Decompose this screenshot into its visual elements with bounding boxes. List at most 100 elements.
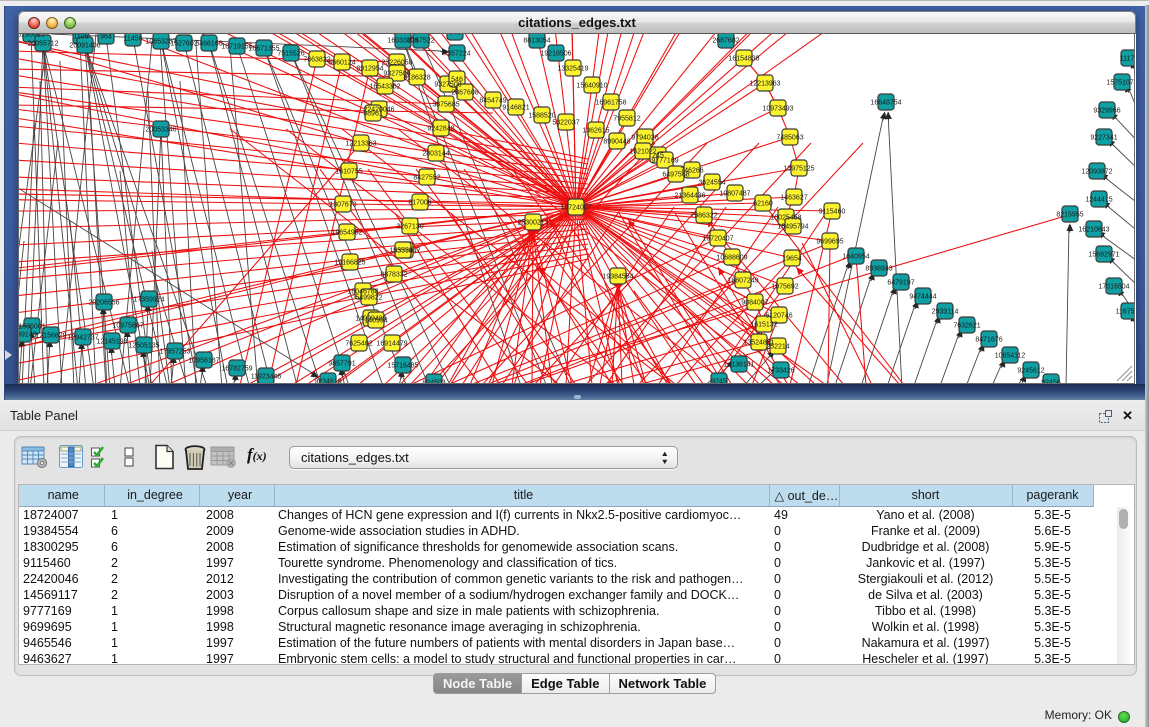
- svg-text:1307673: 1307673: [329, 202, 356, 209]
- svg-text:140994: 140994: [364, 318, 387, 325]
- svg-text:9857791: 9857791: [328, 361, 355, 368]
- svg-text:8990448: 8990448: [603, 139, 630, 146]
- svg-text:23226058: 23226058: [381, 60, 412, 67]
- svg-text:20091406: 20091406: [69, 43, 100, 50]
- svg-text:2687682: 2687682: [712, 38, 739, 45]
- svg-text:10688609: 10688609: [716, 255, 747, 262]
- svg-text:2933114: 2933114: [932, 309, 959, 316]
- svg-text:18495794: 18495794: [777, 224, 808, 231]
- svg-text:12093872: 12093872: [1081, 169, 1112, 176]
- svg-text:11456: 11456: [124, 36, 143, 43]
- svg-text:9474444: 9474444: [909, 294, 936, 301]
- svg-text:15640910: 15640910: [576, 83, 607, 90]
- svg-text:53594: 53594: [393, 248, 413, 255]
- svg-text:1733426: 1733426: [767, 368, 794, 375]
- svg-text:11923448: 11923448: [251, 374, 282, 381]
- svg-text:3267130: 3267130: [396, 224, 423, 231]
- svg-text:7485063: 7485063: [776, 135, 803, 142]
- svg-text:8471676: 8471676: [975, 337, 1002, 344]
- svg-text:15692971: 15692971: [1088, 252, 1119, 259]
- svg-text:17016504: 17016504: [1098, 284, 1129, 291]
- svg-text:20053346: 20053346: [145, 127, 176, 134]
- svg-text:16543362: 16543362: [369, 84, 400, 91]
- svg-text:1362615: 1362615: [582, 128, 609, 135]
- svg-text:16154838: 16154838: [728, 56, 759, 63]
- svg-text:8215955: 8215955: [1056, 212, 1083, 219]
- svg-text:7986322: 7986322: [690, 213, 717, 220]
- svg-text:62160: 62160: [753, 201, 773, 208]
- svg-text:9245612: 9245612: [1017, 368, 1044, 375]
- svg-text:10654112: 10654112: [995, 353, 1026, 360]
- svg-text:13325419: 13325419: [557, 66, 588, 73]
- svg-text:19384554: 19384554: [602, 274, 633, 281]
- svg-text:9227341: 9227341: [1090, 135, 1117, 142]
- svg-text:2167522: 2167522: [407, 38, 434, 45]
- svg-text:840: 840: [449, 34, 461, 37]
- svg-text:16648754: 16648754: [870, 100, 901, 107]
- svg-text:20206556: 20206556: [88, 300, 119, 307]
- svg-text:9329966: 9329966: [1093, 108, 1120, 115]
- svg-text:964: 964: [100, 34, 112, 41]
- svg-text:1105: 1105: [73, 34, 88, 41]
- svg-text:14136141: 14136141: [723, 362, 754, 369]
- svg-text:9242848: 9242848: [427, 126, 454, 133]
- svg-text:16782759: 16782759: [221, 366, 252, 373]
- svg-text:1527602: 1527602: [170, 41, 197, 48]
- svg-text:10975887: 10975887: [112, 323, 143, 330]
- svg-text:8427552: 8427552: [413, 175, 440, 182]
- svg-text:16671355: 16671355: [248, 46, 279, 53]
- svg-text:252214: 252214: [766, 344, 789, 351]
- svg-text:1610755: 1610755: [335, 169, 362, 176]
- svg-text:3875685: 3875685: [432, 102, 459, 109]
- svg-text:15751074: 15751074: [1106, 80, 1134, 87]
- svg-text:8186328: 8186328: [403, 75, 430, 82]
- svg-text:7632621: 7632621: [953, 323, 980, 330]
- svg-text:16914479: 16914479: [376, 341, 407, 348]
- svg-text:546: 546: [451, 77, 463, 84]
- svg-text:19654982: 19654982: [331, 230, 362, 237]
- svg-text:12213963: 12213963: [749, 81, 780, 88]
- svg-text:10973493: 10973493: [762, 106, 793, 113]
- svg-text:817006: 817006: [408, 200, 431, 207]
- svg-text:8660124: 8660124: [328, 60, 355, 67]
- svg-text:6479197: 6479197: [887, 280, 914, 287]
- svg-text:15716485: 15716485: [387, 363, 418, 370]
- svg-text:8878332: 8878332: [380, 272, 407, 279]
- svg-text:12145193: 12145193: [96, 339, 127, 346]
- svg-text:8454749: 8454749: [479, 98, 506, 105]
- svg-text:1463627: 1463627: [780, 195, 807, 202]
- svg-text:10025458: 10025458: [770, 215, 801, 222]
- svg-text:1615132: 1615132: [750, 322, 777, 329]
- svg-text:2803144: 2803144: [422, 151, 449, 158]
- svg-text:8296015: 8296015: [19, 34, 45, 39]
- svg-text:12942737: 12942737: [67, 335, 98, 342]
- svg-text:17957253: 17957253: [159, 349, 190, 356]
- svg-text:3624554: 3624554: [698, 180, 725, 187]
- svg-text:13975125: 13975125: [783, 166, 814, 173]
- svg-text:17359924: 17359924: [133, 297, 164, 304]
- svg-text:9084007: 9084007: [741, 300, 768, 307]
- svg-text:5499822: 5499822: [355, 295, 382, 302]
- svg-text:1975692: 1975692: [771, 284, 798, 291]
- svg-text:12505135: 12505135: [128, 343, 159, 350]
- svg-text:2139149: 2139149: [19, 332, 37, 339]
- svg-text:92456: 92456: [1041, 380, 1061, 383]
- svg-text:6120746: 6120746: [765, 313, 792, 320]
- svg-text:21364436: 21364436: [674, 193, 705, 200]
- svg-text:824503: 824503: [422, 380, 445, 383]
- svg-text:9115460: 9115460: [819, 209, 846, 216]
- svg-text:19218506: 19218506: [540, 51, 571, 58]
- svg-text:746266: 746266: [680, 168, 703, 175]
- svg-text:19166825: 19166825: [334, 260, 365, 267]
- svg-text:18724007: 18724007: [560, 205, 591, 212]
- svg-text:11170: 11170: [1120, 56, 1134, 63]
- svg-text:19654: 19654: [782, 256, 802, 263]
- svg-text:12156829: 12156829: [35, 333, 66, 340]
- svg-text:25300213: 25300213: [517, 220, 548, 227]
- svg-text:7663822: 7663822: [303, 57, 330, 64]
- svg-text:16961758: 16961758: [595, 100, 626, 107]
- svg-text:8938943: 8938943: [865, 266, 892, 273]
- svg-text:2367608: 2367608: [451, 90, 478, 97]
- svg-text:9234618: 9234618: [314, 379, 341, 383]
- svg-text:1640954: 1640954: [842, 254, 869, 261]
